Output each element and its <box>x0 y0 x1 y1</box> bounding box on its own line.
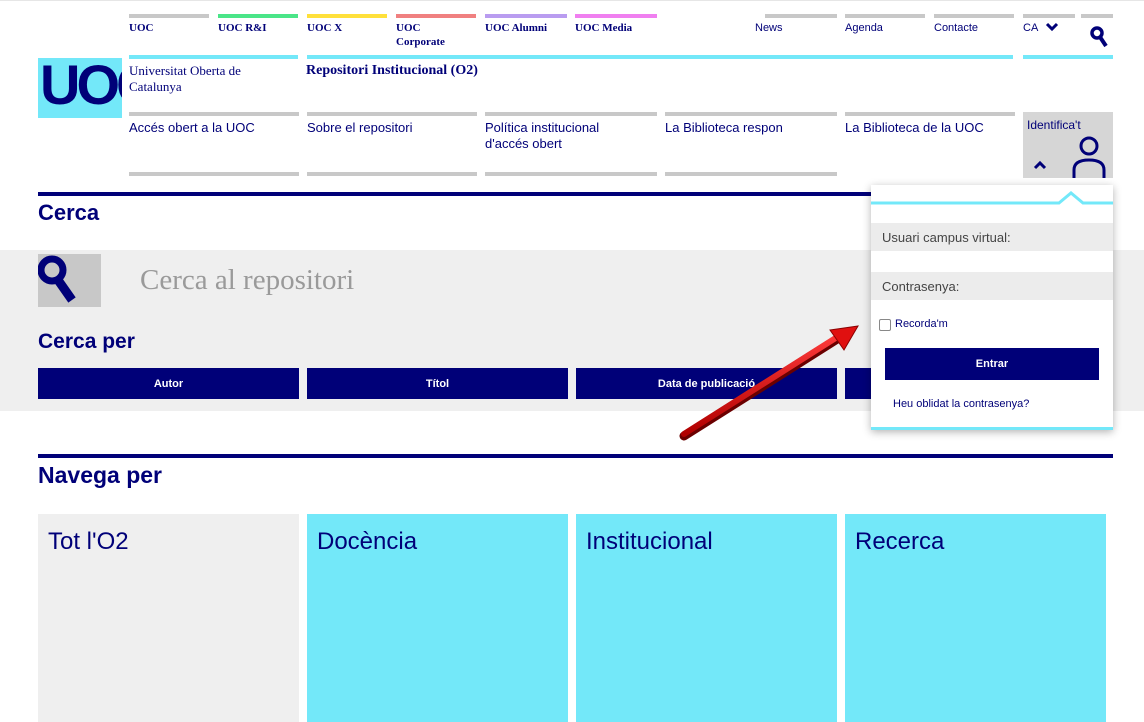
secnav-label: La Biblioteca respon <box>665 120 783 135</box>
topnav-label: UOC R&I <box>218 22 267 34</box>
user-icon <box>1072 136 1106 178</box>
secnav-bottom <box>665 172 837 176</box>
tile-docencia[interactable]: Docència <box>307 514 568 722</box>
remember-label: Recorda'm <box>895 318 948 330</box>
search-by-heading: Cerca per <box>38 330 135 353</box>
secnav-label: La Biblioteca de la UOC <box>845 120 984 135</box>
logo-text: UOC <box>40 58 122 116</box>
search-input[interactable]: Cerca al repositori <box>140 264 354 297</box>
topnav-uoc[interactable]: UOC <box>129 14 209 54</box>
dropdown-bottom-border <box>871 427 1113 430</box>
tile-label: Docència <box>317 528 418 555</box>
language-selector[interactable]: CA <box>1023 14 1075 54</box>
divider <box>307 55 1013 59</box>
tile-label: Recerca <box>855 528 945 555</box>
search-submit[interactable] <box>38 254 101 307</box>
university-name[interactable]: Universitat Oberta de Catalunya <box>129 63 289 95</box>
password-placeholder: Contrasenya: <box>882 279 960 294</box>
login-dropdown: Usuari campus virtual: Contrasenya: <box>871 185 1113 430</box>
secnav-accent <box>129 112 299 116</box>
language-label: CA <box>1023 22 1039 34</box>
topnav-accent <box>1081 14 1113 18</box>
topnav-uoc-corporate[interactable]: UOC Corporate <box>396 14 476 54</box>
secnav-bottom <box>129 172 299 176</box>
topnav-accent <box>307 14 387 18</box>
remember-checkbox[interactable] <box>879 319 891 331</box>
topnav-agenda[interactable]: Agenda <box>845 14 925 54</box>
topnav-uoc-media[interactable]: UOC Media <box>575 14 657 54</box>
tile-tot-o2[interactable]: Tot l'O2 <box>38 514 299 722</box>
topnav-accent <box>934 14 1014 18</box>
topnav-label: UOC Alumni <box>485 22 548 34</box>
topnav-news-label: News <box>755 22 783 34</box>
topnav-accent <box>485 14 567 18</box>
topnav-accent <box>129 14 209 18</box>
secnav-label: Política institucional d'accés obert <box>485 120 600 151</box>
search-icon <box>1090 26 1108 48</box>
tile-label: Institucional <box>586 528 713 555</box>
secnav-accent <box>845 112 1015 116</box>
topnav-contacte[interactable]: Contacte <box>934 14 1014 54</box>
secnav-accent <box>307 112 477 116</box>
chevron-down-icon <box>1045 22 1059 32</box>
secnav-label: Sobre el repositori <box>307 120 413 135</box>
chevron-up-icon <box>1033 160 1047 170</box>
repository-name[interactable]: Repositori Institucional (O2) <box>306 63 478 79</box>
tile-institucional[interactable]: Institucional <box>576 514 837 722</box>
divider <box>129 55 298 59</box>
secnav-label: Accés obert a la UOC <box>129 120 255 135</box>
identify-button[interactable]: Identifica't <box>1023 112 1113 178</box>
forgot-password-link[interactable]: Heu oblidat la contrasenya? <box>893 398 1029 410</box>
section-rule <box>38 454 1113 458</box>
topnav-agenda-label: Agenda <box>845 22 883 34</box>
browse-heading: Navega per <box>38 462 163 488</box>
divider <box>1023 55 1113 59</box>
topnav-label: UOC Corporate <box>396 22 445 48</box>
uoc-logo[interactable]: UOC <box>38 58 122 118</box>
secnav-item[interactable]: La Biblioteca respon <box>665 112 837 176</box>
secnav-accent <box>665 112 837 116</box>
secnav-item[interactable]: Sobre el repositori <box>307 112 477 176</box>
secnav-accent <box>485 112 657 116</box>
topnav-uoc-alumni[interactable]: UOC Alumni <box>485 14 567 54</box>
secnav-item[interactable]: La Biblioteca de la UOC <box>845 112 1015 176</box>
tile-recerca[interactable]: Recerca <box>845 514 1106 722</box>
secnav-bottom <box>307 172 477 176</box>
tile-label: Tot l'O2 <box>48 528 129 555</box>
annotation-arrow <box>679 325 859 441</box>
secnav-item[interactable]: Política institucional d'accés obert <box>485 112 657 176</box>
topnav-news[interactable]: News <box>665 14 837 54</box>
topnav-accent <box>845 14 925 18</box>
topnav-label: UOC Media <box>575 22 633 34</box>
dropdown-top-border <box>871 191 1113 205</box>
top-strip <box>0 0 1144 9</box>
topnav-label: UOC X <box>307 22 343 34</box>
top-search-button[interactable] <box>1081 14 1113 54</box>
username-field[interactable]: Usuari campus virtual: <box>871 223 1113 251</box>
topnav-label: UOC <box>129 22 154 34</box>
search-by-title-button[interactable]: Títol <box>307 368 568 399</box>
topnav-accent <box>1023 14 1075 18</box>
topnav-accent <box>765 14 837 18</box>
search-heading: Cerca <box>38 200 100 225</box>
topnav-accent <box>575 14 657 18</box>
topnav-accent <box>396 14 476 18</box>
search-by-author-button[interactable]: Autor <box>38 368 299 399</box>
topnav-uoc-x[interactable]: UOC X <box>307 14 387 54</box>
username-placeholder: Usuari campus virtual: <box>882 230 1011 245</box>
topnav-uoc-ri[interactable]: UOC R&I <box>218 14 298 54</box>
secnav-bottom <box>485 172 657 176</box>
topnav-accent <box>218 14 298 18</box>
secnav-item[interactable]: Accés obert a la UOC <box>129 112 299 176</box>
search-icon <box>38 255 76 303</box>
identify-label: Identifica't <box>1027 118 1081 132</box>
enter-button[interactable]: Entrar <box>885 348 1099 380</box>
password-field[interactable]: Contrasenya: <box>871 272 1113 300</box>
topnav-contacte-label: Contacte <box>934 22 979 34</box>
